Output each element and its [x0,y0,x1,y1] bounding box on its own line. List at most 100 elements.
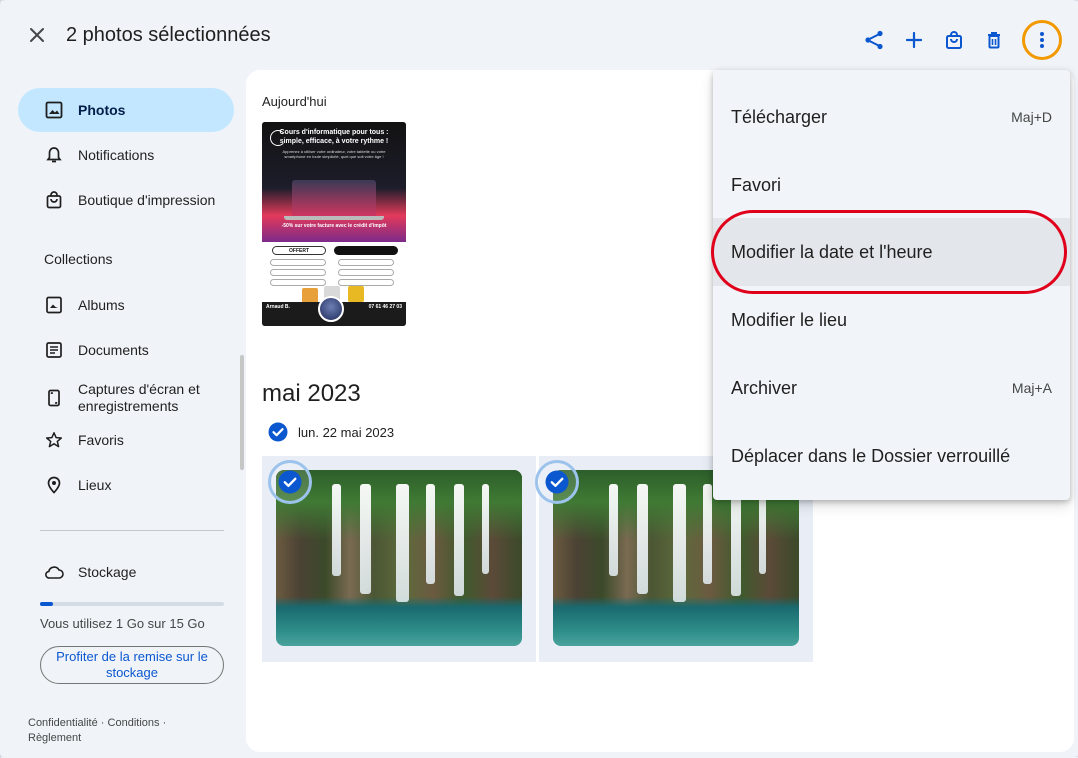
photo-thumbnail-waterfall-1[interactable] [262,456,536,662]
flyer-pill [338,279,394,286]
sidebar-item-storage[interactable]: Stockage [18,550,234,594]
flyer-phone: 07 61 46 27 03 [368,304,402,310]
sidebar-item-favorites[interactable]: Favoris [18,418,234,462]
sidebar-item-print-store[interactable]: Boutique d'impression [18,178,234,222]
terms-link[interactable]: Conditions [108,717,160,729]
menu-item-label: Télécharger [731,106,828,127]
sidebar-item-photos[interactable]: Photos [18,88,234,132]
photo-select-toggle[interactable] [268,460,312,504]
footer-separator: · [162,717,167,729]
flyer-pill [270,269,326,276]
laptop-base-illustration [284,216,384,220]
waterfall-stream [609,484,618,576]
flyer-body: OFFERT [262,242,406,304]
waterfall-stream [426,484,435,584]
sidebar-item-label: Stockage [78,563,137,580]
waterfall-stream [673,484,686,602]
selection-toolbar: 2 photos sélectionnées [0,0,1078,70]
collections-heading: Collections [44,251,113,267]
flyer-pill [338,269,394,276]
share-icon [865,30,883,50]
screenshot-icon [44,388,64,408]
laptop-illustration [292,180,376,216]
sidebar-item-label: Documents [78,341,149,358]
photo-icon [44,100,64,120]
waterfall-stream [396,484,409,602]
menu-item-label: Archiver [731,377,798,398]
waterfall-stream [332,484,341,576]
sidebar-item-label: Captures d'écran et enregistrements [78,381,200,414]
photo-select-toggle[interactable] [535,460,579,504]
menu-item-label: Déplacer dans le Dossier verrouillé [731,445,1011,466]
flyer-header: Cours d'informatique pour tous : simple,… [262,122,406,242]
flyer-offer-badge: OFFERT [272,246,326,255]
share-button[interactable] [858,24,890,56]
album-icon [44,295,64,315]
selection-count-title: 2 photos sélectionnées [66,24,271,46]
menu-item-shortcut: Maj+D [1011,109,1052,125]
loading-circle-icon [270,130,286,146]
delete-icon [988,32,1000,49]
flyer-pill [270,259,326,266]
footer-separator: · [100,717,105,729]
sidebar: Photos Notifications Boutique d'impressi… [0,70,246,758]
menu-item-edit-location[interactable]: Modifier le lieu [713,286,1070,354]
sidebar-item-label: Boutique d'impression [78,191,216,208]
waterfall-stream [703,484,712,584]
menu-item-move-to-locked-folder[interactable]: Déplacer dans le Dossier verrouillé [713,422,1070,490]
menu-item-archive[interactable]: Archiver Maj+A [713,354,1070,422]
order-prints-button[interactable] [938,24,970,56]
policy-link[interactable]: Règlement [28,732,81,744]
shopping-bag-icon [44,190,64,210]
waterfall-stream [731,484,741,596]
flyer-footer: Arnaud B. 07 61 46 27 03 [262,296,406,326]
toolbar-actions [858,20,1062,60]
add-to-button[interactable] [898,24,930,56]
bell-icon [44,145,64,165]
sidebar-scrollbar[interactable] [240,355,244,470]
sidebar-item-documents[interactable]: Documents [18,328,234,372]
menu-item-shortcut: Maj+A [1011,380,1052,396]
sidebar-item-label: Notifications [78,146,155,163]
close-icon [30,28,44,42]
menu-item-favorite[interactable]: Favori [713,151,1070,219]
date-group-select[interactable]: lun. 22 mai 2023 [268,422,394,442]
document-icon [44,340,64,360]
sidebar-item-notifications[interactable]: Notifications [18,133,234,177]
flyer-pill [338,259,394,266]
flyer-promo-text: -50% sur votre facture avec le crédit d'… [281,223,387,229]
flyer-avatar [318,296,344,322]
footer-links: Confidentialité · Conditions · Règlement [28,716,228,746]
sidebar-item-places[interactable]: Lieux [18,463,234,507]
sidebar-item-screenshots[interactable]: Captures d'écran et enregistrements [18,373,234,423]
storage-usage-fill [40,602,53,606]
cloud-icon [44,562,64,582]
storage-usage-bar [40,602,224,606]
check-circle-icon [268,422,288,442]
privacy-link[interactable]: Confidentialité [28,717,98,729]
shopping-bag-icon [946,31,962,49]
menu-item-download[interactable]: Télécharger Maj+D [713,83,1070,151]
delete-button[interactable] [978,24,1010,56]
check-circle-icon [545,470,569,494]
waterfall-image [276,470,522,646]
storage-promo-button[interactable]: Profiter de la remise sur le stockage [40,646,224,684]
sidebar-divider [40,530,224,531]
more-options-button[interactable] [1022,20,1062,60]
today-heading: Aujourd'hui [262,94,327,109]
storage-usage-text: Vous utilisez 1 Go sur 15 Go [40,616,205,631]
sidebar-item-label: Favoris [78,431,124,448]
add-icon [905,31,923,49]
close-selection-button[interactable] [22,20,52,50]
highlight-annotation-ring [711,210,1067,294]
waterfall-stream [637,484,648,594]
date-group-label: lun. 22 mai 2023 [298,424,395,440]
flyer-badge [348,286,364,302]
flyer-subtitle: Apprenez à utiliser votre ordinateur, vo… [282,149,386,159]
sidebar-item-albums[interactable]: Albums [18,283,234,327]
sidebar-item-label: Albums [78,296,125,313]
menu-item-label: Modifier le lieu [731,309,848,330]
sidebar-item-label: Photos [78,101,126,118]
flyer-photo-thumbnail[interactable]: Cours d'informatique pour tous : simple,… [262,122,406,326]
waterfall-stream [454,484,464,596]
